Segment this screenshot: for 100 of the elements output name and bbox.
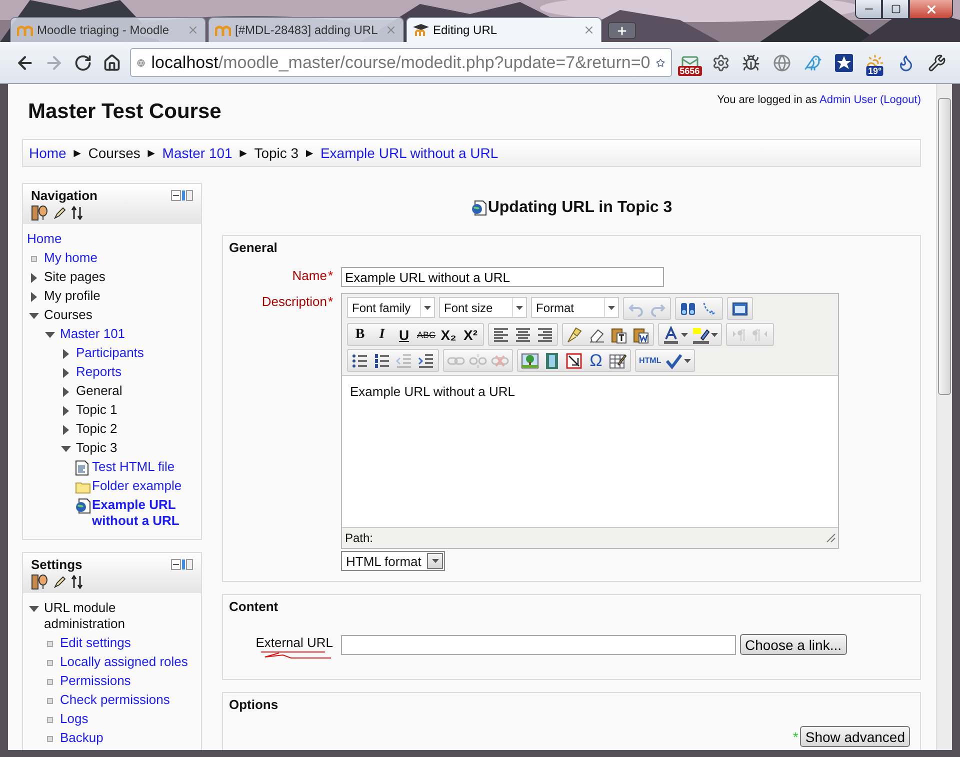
move-icon[interactable] — [71, 575, 83, 589]
gear-icon — [712, 54, 730, 72]
expander-icon[interactable] — [61, 424, 71, 434]
show-advanced-button[interactable]: Show advanced — [800, 726, 910, 747]
nav-link[interactable]: Participants — [76, 344, 144, 363]
nav-link[interactable]: Master 101 — [60, 325, 126, 344]
nav-item[interactable]: General — [76, 382, 122, 401]
expander-icon[interactable] — [29, 310, 39, 320]
roles-icon[interactable] — [31, 205, 49, 221]
nav-link[interactable]: Permissions — [60, 672, 131, 691]
scrollbar[interactable] — [936, 84, 952, 750]
nav-link[interactable]: My home — [44, 249, 98, 268]
move-icon[interactable] — [71, 206, 83, 220]
nav-link[interactable]: Folder example — [92, 477, 182, 496]
nav-item[interactable]: Topic 3 — [76, 439, 118, 458]
resize-grip-icon[interactable] — [826, 533, 836, 543]
maximize-button[interactable] — [882, 0, 909, 19]
extension-button[interactable]: 19° — [861, 48, 888, 76]
underline-button[interactable]: U — [393, 324, 415, 344]
italic-button[interactable]: I — [371, 324, 393, 344]
tab-title: Editing URL — [433, 23, 498, 37]
breadcrumb-separator: ► — [145, 146, 158, 160]
charmap-button[interactable]: Ω — [585, 350, 607, 370]
editor-dropdown[interactable]: Font family — [347, 297, 435, 318]
strikethrough-button[interactable]: ABC — [415, 324, 438, 344]
advanced-marker: * — [792, 728, 798, 744]
caret-icon — [516, 306, 523, 310]
superscript-button[interactable]: X² — [460, 324, 482, 344]
nav-item[interactable]: Topic 1 — [76, 401, 118, 420]
outdent-icon — [395, 352, 413, 370]
browser-tab[interactable]: Editing URL — [406, 17, 602, 42]
expander-icon[interactable] — [61, 444, 71, 454]
nav-link[interactable]: Backup — [60, 729, 104, 748]
nav-link[interactable]: Check permissions — [60, 691, 170, 710]
editor-content[interactable]: Example URL without a URL — [342, 375, 838, 528]
image-button[interactable] — [519, 350, 541, 370]
expander-icon[interactable] — [61, 386, 71, 396]
dock-controls-icon[interactable] — [171, 190, 193, 200]
html-button[interactable]: HTML — [637, 350, 664, 370]
nav-link[interactable]: Logs — [60, 710, 88, 729]
nav-link[interactable]: Home — [27, 230, 62, 249]
close-tab-icon[interactable] — [583, 24, 595, 36]
nolink-icon — [565, 352, 583, 370]
field-label: Name* — [291, 267, 333, 283]
expander-icon[interactable] — [45, 330, 55, 340]
nav-link[interactable]: Edit settings — [60, 634, 131, 653]
maximize-icon — [890, 4, 900, 14]
nav-link[interactable]: Locally assigned roles — [60, 653, 188, 672]
url-field[interactable] — [341, 634, 736, 654]
nav-item[interactable]: Topic 2 — [76, 420, 118, 439]
expander-icon[interactable] — [61, 348, 71, 358]
logout-link[interactable]: (Logout) — [880, 94, 921, 106]
editor-dropdown[interactable]: Format — [531, 297, 619, 318]
expander-icon[interactable] — [61, 368, 71, 378]
section-legend: General — [229, 236, 914, 261]
name-field[interactable]: Example URL without a URL — [341, 267, 664, 287]
expander-icon[interactable] — [61, 406, 71, 416]
close-button[interactable] — [909, 0, 953, 19]
user-link[interactable]: Admin User — [819, 94, 877, 106]
bold-button[interactable]: B — [349, 324, 371, 344]
breadcrumb-link[interactable]: Example URL without a URL — [320, 145, 498, 161]
document-icon — [75, 460, 89, 476]
edit-icon[interactable] — [54, 207, 66, 219]
nav-item[interactable]: URL module administration — [44, 599, 197, 634]
extension-button[interactable]: 5656 — [676, 48, 704, 76]
browser-tab[interactable]: Moodle triaging - Moodle — [10, 17, 206, 42]
breadcrumb-link[interactable]: Home — [29, 145, 66, 161]
edit-icon[interactable] — [54, 576, 66, 588]
folder-icon — [75, 480, 91, 494]
tab-title: [#MDL-28483] adding URL — [235, 23, 379, 37]
address-bar[interactable]: localhost/moodle_master/course/modedit.php?update=7&return=0 — [130, 48, 672, 77]
choose-link-button[interactable]: Choose a link... — [740, 634, 846, 655]
breadcrumb-separator: ► — [304, 146, 316, 160]
new-tab-button[interactable] — [608, 22, 636, 39]
scroll-thumb[interactable] — [938, 98, 951, 395]
expander-icon[interactable] — [29, 292, 39, 302]
nav-link[interactable]: Reports — [76, 363, 122, 382]
login-info: You are logged in as — [717, 94, 818, 106]
table-icon — [609, 352, 627, 370]
dock-controls-icon[interactable] — [171, 558, 193, 570]
minimize-button[interactable] — [855, 0, 882, 19]
cleanup-icon — [566, 326, 584, 344]
nav-item[interactable]: Courses — [44, 306, 92, 325]
breadcrumb-link[interactable]: Master 101 — [162, 145, 232, 161]
roles-icon[interactable] — [31, 574, 49, 590]
subscript-button[interactable]: X₂ — [438, 324, 460, 344]
format-select[interactable]: HTML format — [341, 551, 446, 571]
nav-item[interactable]: Site pages — [44, 268, 106, 287]
browser-tab[interactable]: [#MDL-28483] adding URL — [208, 17, 404, 42]
nav-item[interactable]: My profile — [44, 287, 100, 306]
nav-link[interactable]: Test HTML file — [92, 458, 175, 477]
expander-icon[interactable] — [29, 604, 39, 614]
caret-icon — [680, 332, 688, 336]
globe-document-icon — [470, 200, 487, 216]
nav-link[interactable]: Example URL without a URL — [92, 496, 197, 531]
editor-dropdown[interactable]: Font size — [439, 297, 527, 318]
bullet-icon — [47, 640, 53, 646]
numbered-list-icon — [373, 352, 391, 370]
course-title: Master Test Course — [28, 100, 222, 124]
expander-icon[interactable] — [29, 272, 39, 282]
